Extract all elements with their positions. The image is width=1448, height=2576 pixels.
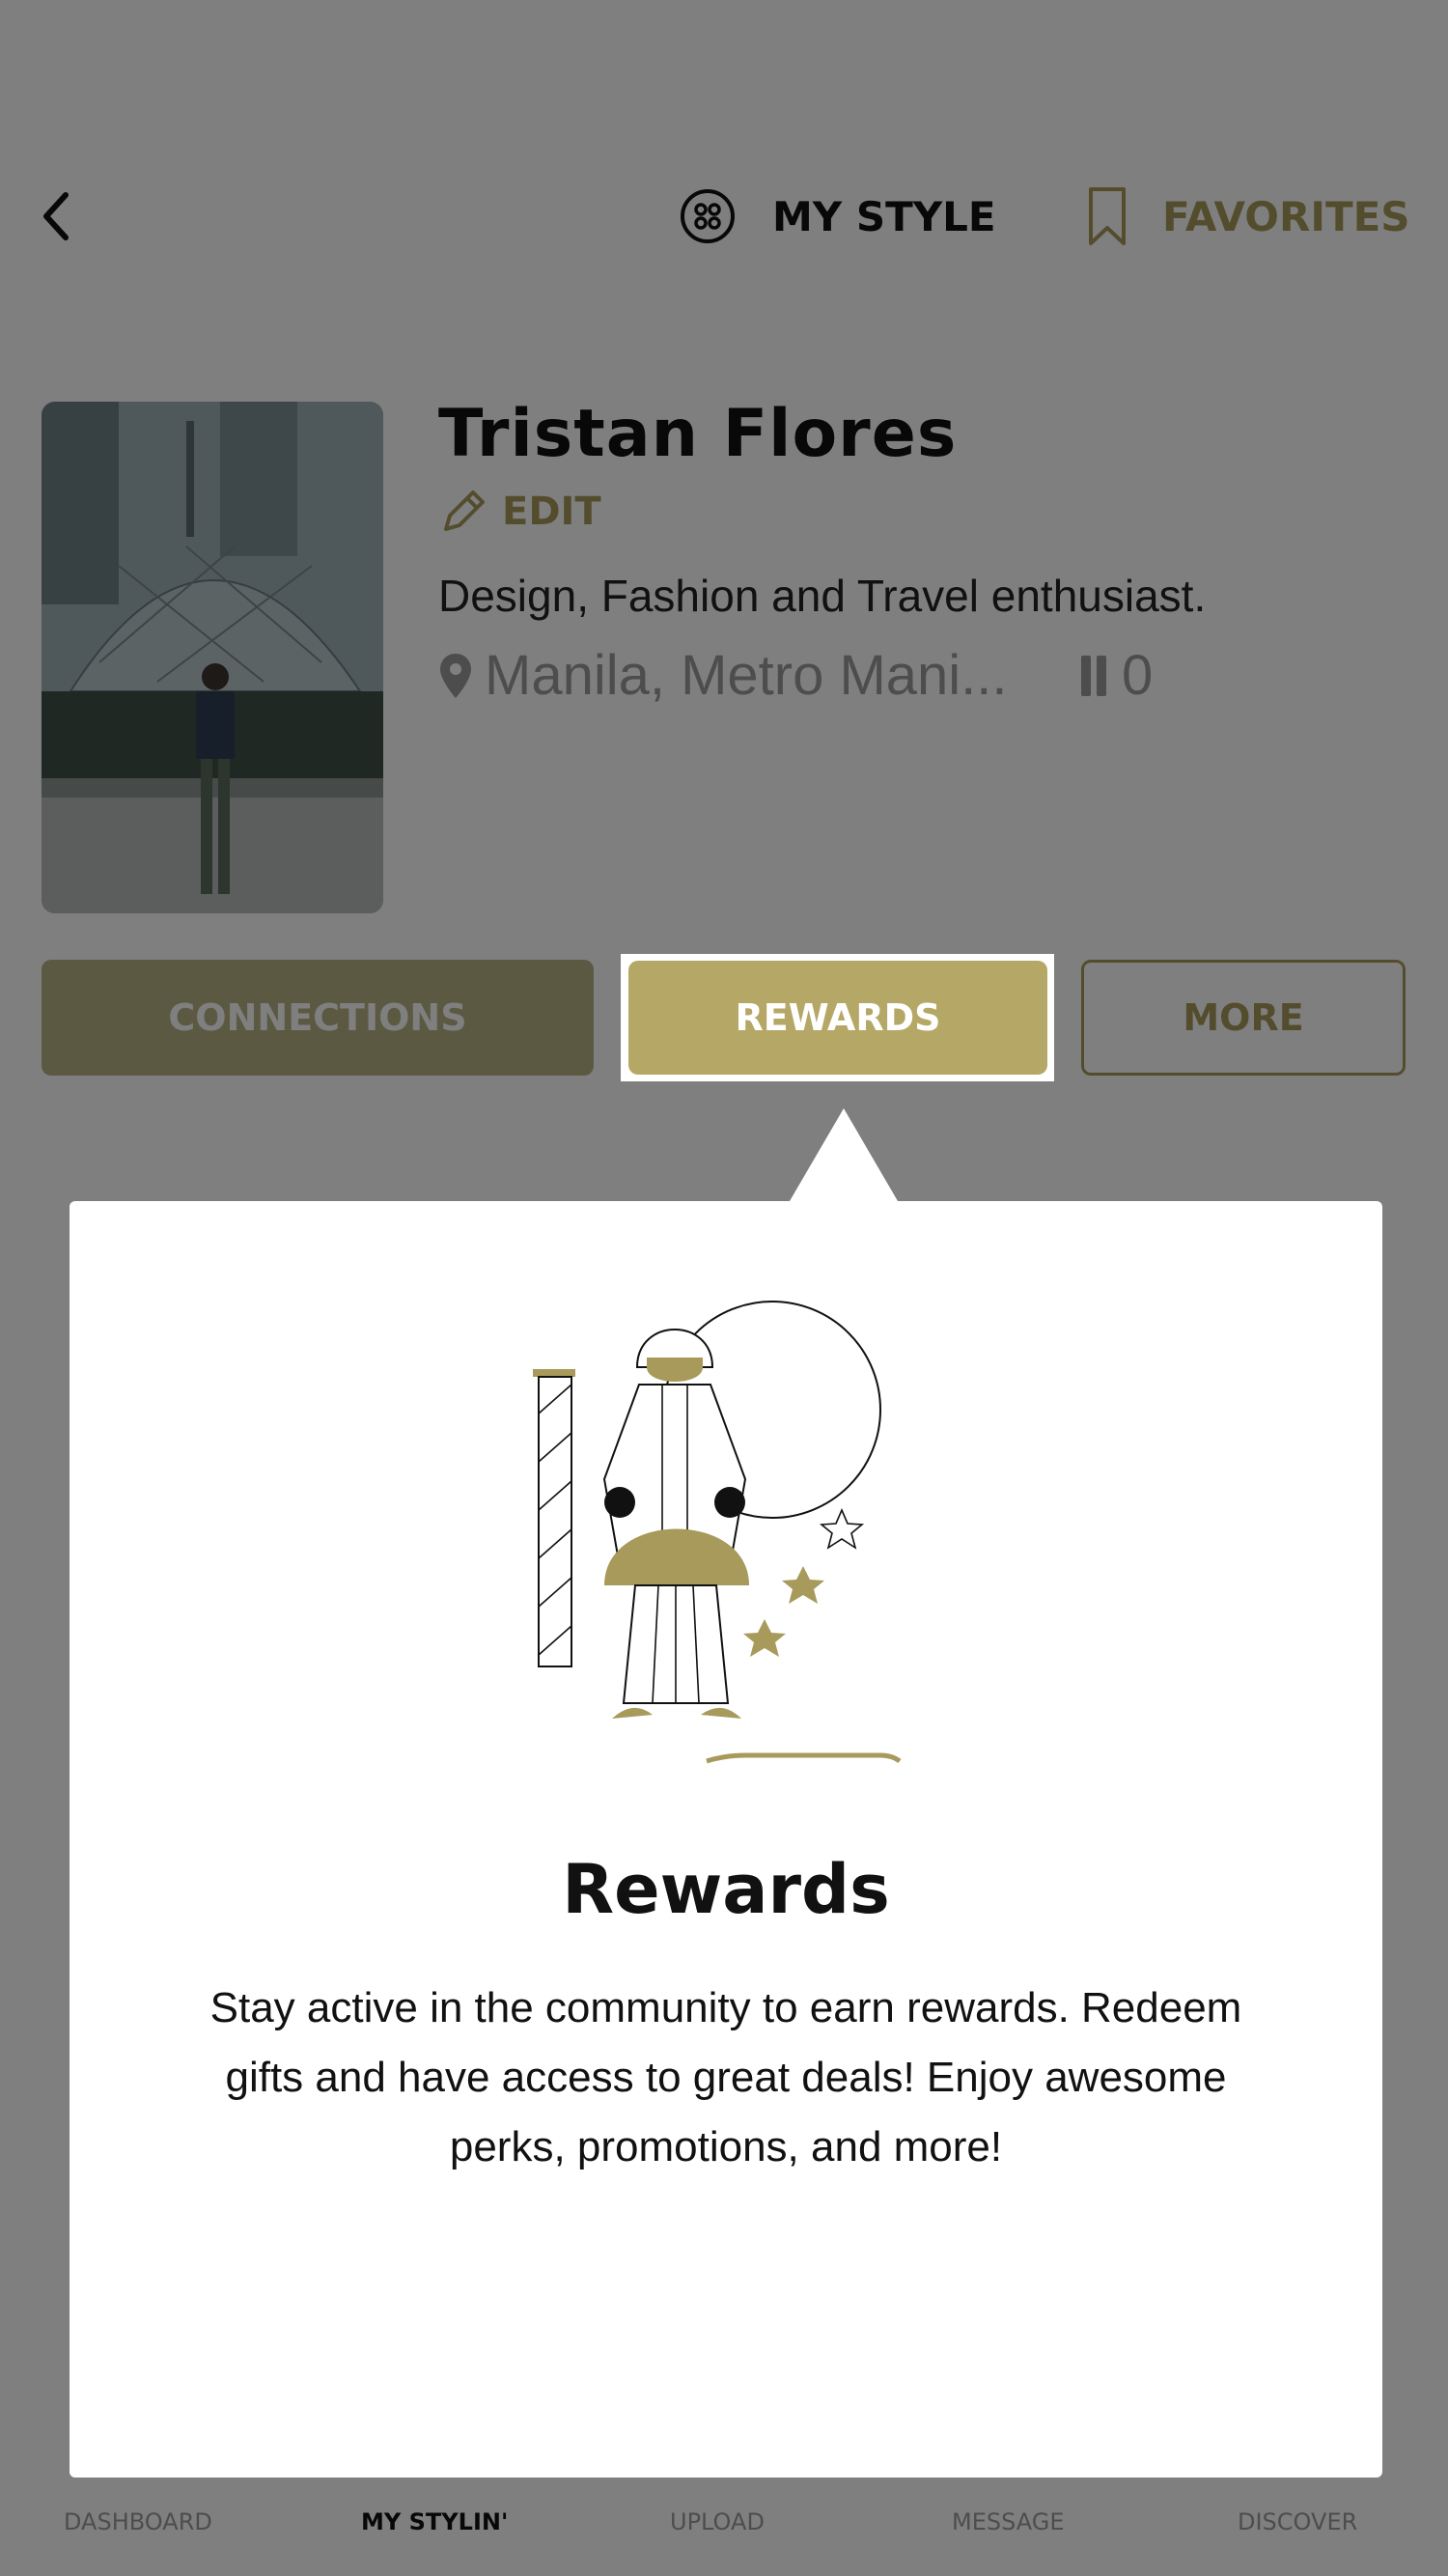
popup-pointer [790, 1108, 898, 1201]
popup-body: Stay active in the community to earn rew… [209, 1984, 1242, 2170]
rewards-popup: Rewards Stay active in the community to … [70, 1201, 1382, 2478]
popup-title: Rewards [562, 1850, 890, 1929]
rewards-illustration [533, 1301, 902, 1764]
rewards-button[interactable]: REWARDS [628, 961, 1047, 1075]
